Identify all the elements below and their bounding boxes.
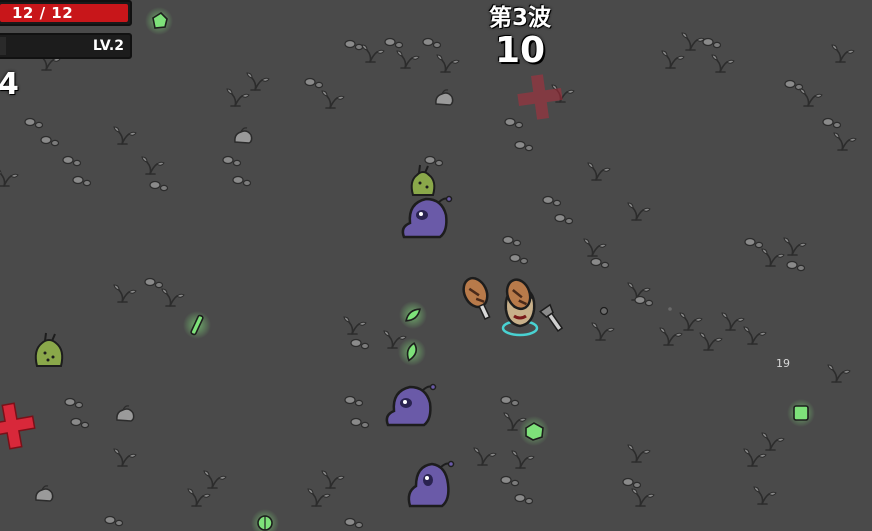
experience-bar: LV.2	[0, 33, 132, 59]
material-pickup	[787, 399, 815, 427]
material-pickup	[183, 311, 211, 339]
material-pickup	[398, 338, 426, 366]
fruit-tree	[34, 332, 64, 367]
wrench-weapon	[538, 303, 564, 332]
game-arena	[0, 7, 857, 531]
wave-timer: 10	[494, 30, 546, 71]
alien-enemy	[407, 460, 455, 508]
enemy-spawn-marker	[0, 402, 36, 450]
torch-weapon	[462, 276, 491, 320]
material-pickup	[251, 509, 279, 531]
material-pickup	[145, 7, 173, 35]
health-text: 12 / 12	[12, 4, 74, 22]
alien-enemy	[385, 383, 437, 427]
experience-bar-fill	[0, 37, 6, 55]
materials-counter: 4	[0, 67, 19, 102]
alien-enemy	[401, 195, 453, 239]
ground-decorations	[0, 32, 857, 529]
enemy-spawn-marker	[517, 74, 563, 120]
health-bar: 12 / 12	[0, 0, 132, 26]
damage-number: 19	[776, 357, 790, 370]
level-text: LV.2	[92, 38, 124, 54]
material-pickup	[399, 301, 427, 329]
small-rock	[599, 306, 672, 316]
material-pickup	[519, 416, 549, 446]
fruit-tree	[410, 164, 436, 196]
wave-label: 第3波	[488, 5, 551, 31]
